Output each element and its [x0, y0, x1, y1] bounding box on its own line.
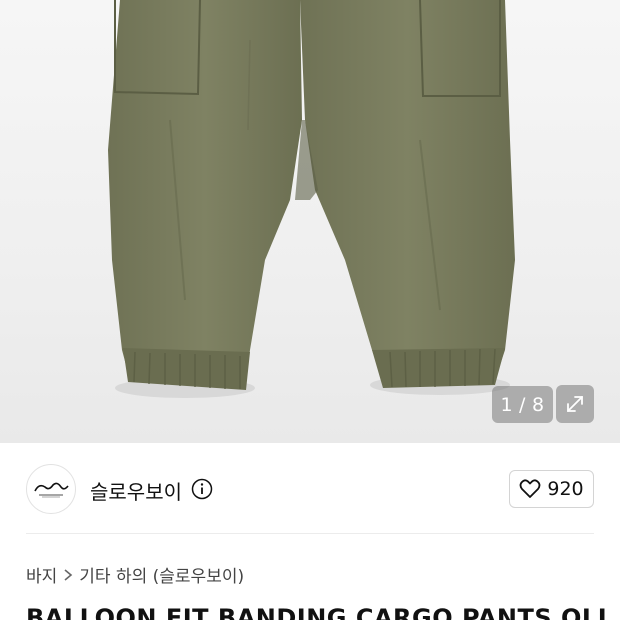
breadcrumb: 바지 기타 하의 (슬로우보이)	[26, 562, 244, 587]
expand-image-button[interactable]	[556, 385, 594, 423]
info-icon[interactable]	[191, 478, 213, 500]
product-image[interactable]	[0, 0, 620, 443]
product-title: BALLOON FIT BANDING CARGO PANTS OLI	[26, 604, 608, 620]
image-page-counter: 1 / 8	[492, 386, 553, 423]
chevron-right-icon	[63, 568, 73, 582]
brand-row: 슬로우보이 920	[0, 460, 620, 518]
product-image-gallery[interactable]: 1 / 8	[0, 0, 620, 443]
like-count: 920	[547, 478, 584, 500]
brand-avatar[interactable]	[26, 464, 76, 514]
like-button[interactable]: 920	[509, 470, 594, 508]
breadcrumb-item-category[interactable]: 바지	[26, 562, 57, 587]
breadcrumb-item-subcategory[interactable]: 기타 하의 (슬로우보이)	[79, 562, 244, 587]
current-page: 1	[500, 393, 514, 416]
expand-arrows-icon	[567, 396, 583, 412]
brand-name-link[interactable]: 슬로우보이	[90, 476, 182, 505]
counter-separator: /	[519, 393, 526, 416]
section-divider	[26, 533, 594, 534]
total-pages: 8	[531, 393, 545, 416]
heart-outline-icon	[519, 479, 541, 498]
brand-logo	[34, 482, 69, 498]
